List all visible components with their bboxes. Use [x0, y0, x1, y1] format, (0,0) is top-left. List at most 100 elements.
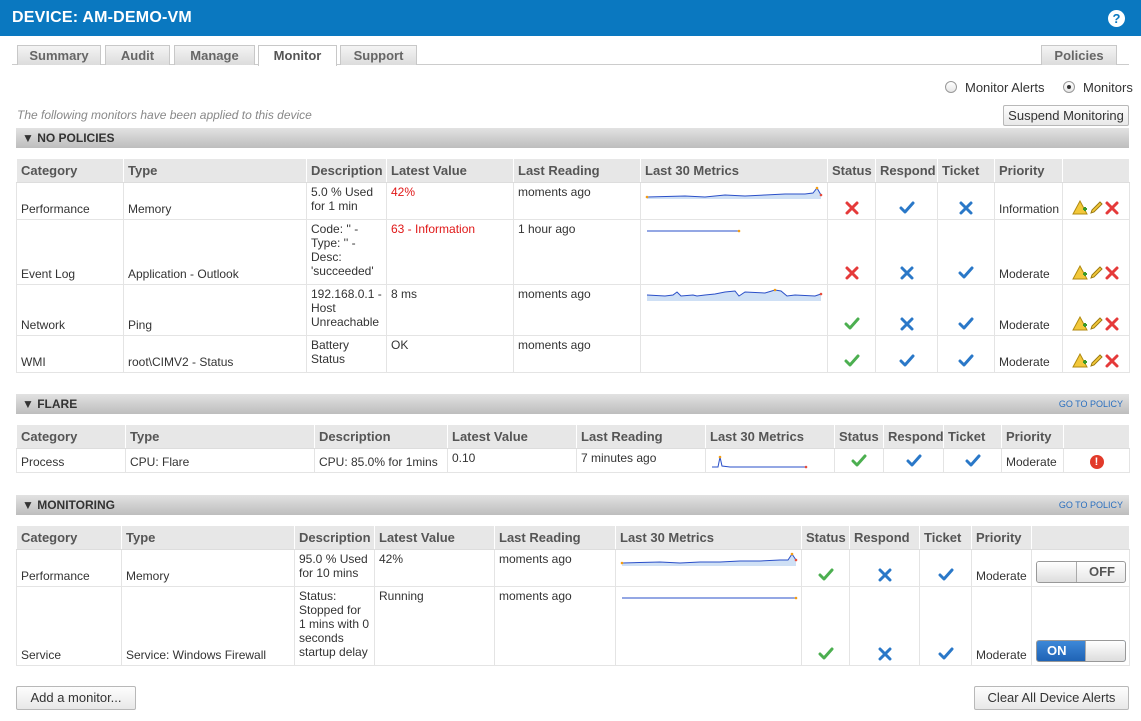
pencil-edit-icon[interactable]: [1088, 200, 1104, 216]
column-header[interactable]: Last 30 Metrics: [640, 158, 828, 183]
column-header[interactable]: Priority: [994, 158, 1063, 183]
cell-status[interactable]: [801, 586, 850, 666]
column-header[interactable]: Type: [125, 424, 315, 449]
blue-check-icon[interactable]: [899, 200, 915, 216]
red-cross-icon[interactable]: [844, 200, 860, 216]
column-header[interactable]: Description: [314, 424, 448, 449]
red-cross-icon[interactable]: [844, 265, 860, 281]
blue-check-icon[interactable]: [958, 353, 974, 369]
radio-button-icon[interactable]: [1063, 81, 1075, 93]
sparkline-chart[interactable]: [620, 552, 798, 566]
warning-add-icon[interactable]: [1072, 353, 1088, 369]
tab-audit[interactable]: Audit: [105, 45, 170, 65]
blue-cross-icon[interactable]: [877, 646, 893, 662]
cell-respond[interactable]: [875, 219, 938, 285]
cell-ticket[interactable]: [937, 219, 995, 285]
green-check-icon[interactable]: [818, 646, 834, 662]
cell-status[interactable]: [827, 219, 876, 285]
column-header[interactable]: Status: [827, 158, 876, 183]
cell-respond[interactable]: [875, 284, 938, 336]
blue-check-icon[interactable]: [958, 316, 974, 332]
sparkline-chart[interactable]: [645, 185, 823, 199]
alert-icon[interactable]: !: [1089, 455, 1104, 469]
blue-check-icon[interactable]: [899, 353, 915, 369]
cell-ticket[interactable]: [919, 586, 972, 666]
table-row[interactable]: WMI root\CIMV2 - Status Battery Status O…: [16, 335, 1130, 373]
column-header[interactable]: Description: [294, 525, 375, 550]
table-row[interactable]: Performance Memory 5.0 % Used for 1 min …: [16, 182, 1130, 220]
column-header[interactable]: Type: [121, 525, 295, 550]
column-header[interactable]: Last Reading: [494, 525, 616, 550]
tab-summary[interactable]: Summary: [17, 45, 101, 65]
column-header[interactable]: Last Reading: [513, 158, 641, 183]
column-header[interactable]: Priority: [1001, 424, 1064, 449]
sparkline-chart[interactable]: [620, 589, 798, 603]
column-header[interactable]: Status: [834, 424, 884, 449]
column-header[interactable]: Category: [16, 424, 126, 449]
column-header[interactable]: Respond: [875, 158, 938, 183]
column-header[interactable]: Category: [16, 525, 122, 550]
cell-status[interactable]: [827, 182, 876, 220]
column-header[interactable]: Latest Value: [386, 158, 514, 183]
column-header[interactable]: Latest Value: [374, 525, 495, 550]
radio-monitors[interactable]: Monitors: [1063, 80, 1133, 95]
pencil-edit-icon[interactable]: [1088, 265, 1104, 281]
table-row[interactable]: Service Service: Windows Firewall Status…: [16, 586, 1130, 666]
sparkline-chart[interactable]: [710, 455, 830, 469]
radio-button-icon[interactable]: [945, 81, 957, 93]
help-icon[interactable]: ?: [1108, 10, 1125, 27]
column-header[interactable]: Description: [306, 158, 387, 183]
blue-check-icon[interactable]: [938, 646, 954, 662]
cell-ticket[interactable]: [937, 335, 995, 373]
pencil-edit-icon[interactable]: [1088, 353, 1104, 369]
clear-all-alerts-button[interactable]: Clear All Device Alerts: [974, 686, 1129, 710]
table-row[interactable]: Network Ping 192.168.0.1 - Host Unreacha…: [16, 284, 1130, 336]
cell-status[interactable]: [827, 284, 876, 336]
blue-cross-icon[interactable]: [958, 200, 974, 216]
column-header[interactable]: Respond: [883, 424, 944, 449]
delete-cross-icon[interactable]: [1104, 353, 1120, 369]
cell-ticket[interactable]: [937, 182, 995, 220]
column-header[interactable]: Last 30 Metrics: [705, 424, 835, 449]
warning-add-icon[interactable]: [1072, 316, 1088, 332]
green-check-icon[interactable]: [844, 316, 860, 332]
go-to-policy-link[interactable]: GO TO POLICY: [1059, 499, 1123, 511]
cell-respond[interactable]: [875, 182, 938, 220]
column-header[interactable]: Type: [123, 158, 307, 183]
column-header[interactable]: Respond: [849, 525, 920, 550]
pencil-edit-icon[interactable]: [1088, 316, 1104, 332]
blue-check-icon[interactable]: [965, 453, 981, 469]
cell-respond[interactable]: [875, 335, 938, 373]
tab-manage[interactable]: Manage: [174, 45, 255, 65]
section-header-flare[interactable]: ▼ FLARE GO TO POLICY: [16, 394, 1129, 414]
green-check-icon[interactable]: [851, 453, 867, 469]
cell-ticket[interactable]: [937, 284, 995, 336]
green-check-icon[interactable]: [818, 567, 834, 583]
tab-support[interactable]: Support: [340, 45, 417, 65]
cell-status[interactable]: [801, 549, 850, 587]
blue-check-icon[interactable]: [958, 265, 974, 281]
tab-monitor[interactable]: Monitor: [258, 45, 337, 66]
table-row[interactable]: Process CPU: Flare CPU: 85.0% for 1mins …: [16, 448, 1130, 473]
cell-ticket[interactable]: [919, 549, 972, 587]
delete-cross-icon[interactable]: [1104, 265, 1120, 281]
go-to-policy-link[interactable]: GO TO POLICY: [1059, 398, 1123, 410]
section-header-no-policies[interactable]: ▼ NO POLICIES: [16, 128, 1129, 148]
delete-cross-icon[interactable]: [1104, 200, 1120, 216]
sparkline-chart[interactable]: [645, 222, 823, 236]
column-header[interactable]: Ticket: [937, 158, 995, 183]
cell-ticket[interactable]: [943, 448, 1002, 473]
radio-monitor-alerts[interactable]: Monitor Alerts: [945, 80, 1044, 95]
blue-cross-icon[interactable]: [877, 567, 893, 583]
table-row[interactable]: Performance Memory 95.0 % Used for 10 mi…: [16, 549, 1130, 587]
delete-cross-icon[interactable]: [1104, 316, 1120, 332]
column-header[interactable]: Status: [801, 525, 850, 550]
sparkline-chart[interactable]: [645, 287, 823, 301]
column-header[interactable]: Priority: [971, 525, 1032, 550]
cell-status[interactable]: [827, 335, 876, 373]
toggle-knob[interactable]: [1037, 562, 1077, 582]
table-row[interactable]: Event Log Application - Outlook Code: ''…: [16, 219, 1130, 285]
column-header[interactable]: Category: [16, 158, 124, 183]
warning-add-icon[interactable]: [1072, 265, 1088, 281]
cell-respond[interactable]: [849, 586, 920, 666]
